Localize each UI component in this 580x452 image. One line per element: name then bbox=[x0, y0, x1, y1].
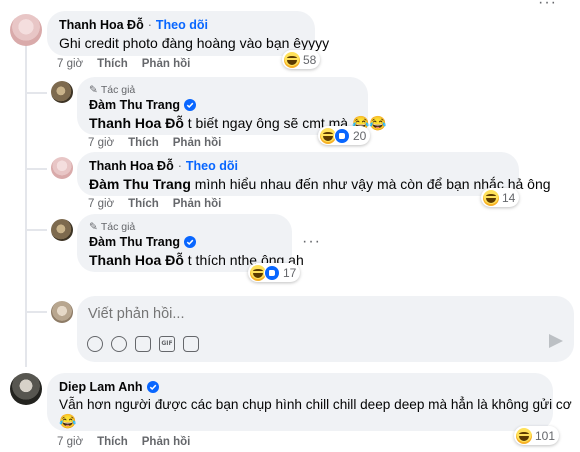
commenter-name[interactable]: Diep Lam Anh bbox=[59, 380, 143, 394]
verified-badge-icon bbox=[183, 99, 196, 111]
commenter-name[interactable]: Thanh Hoa Đỗ bbox=[59, 18, 144, 32]
commenter-name[interactable]: Thanh Hoa Đỗ bbox=[89, 159, 174, 173]
like-button[interactable]: Thích bbox=[128, 198, 159, 210]
like-button[interactable]: Thích bbox=[97, 436, 128, 448]
mention-tag[interactable]: Thanh Hoa Đỗ bbox=[89, 252, 184, 268]
like-button[interactable]: Thích bbox=[97, 58, 128, 70]
avatar[interactable] bbox=[51, 219, 73, 241]
pencil-icon: ✎ bbox=[89, 84, 98, 96]
avatar[interactable] bbox=[51, 81, 73, 103]
reply-button[interactable]: Phản hồi bbox=[142, 436, 191, 448]
sticker-icon[interactable] bbox=[183, 336, 199, 352]
verified-badge-icon bbox=[146, 381, 159, 393]
follow-link[interactable]: Theo dõi bbox=[186, 159, 238, 173]
comment-bubble: Thanh Hoa Đỗ · Theo dõi Ghi credit photo… bbox=[47, 11, 330, 56]
comment-text: Ghi credit photo đàng hoàng vào bạn êyyy… bbox=[59, 35, 330, 51]
verified-badge-icon bbox=[183, 236, 196, 248]
comment-bubble: Thanh Hoa Đỗ · Theo dõi Đàm Thu Trang mì… bbox=[77, 152, 551, 196]
reaction-count[interactable]: 58 bbox=[282, 50, 321, 69]
avatar[interactable] bbox=[10, 373, 42, 405]
comment-bubble: Diep Lam Anh Vẫn hơn người được các bạn … bbox=[47, 373, 572, 431]
avatar[interactable] bbox=[10, 14, 42, 46]
comment-actions: 7 giờ Thích Phản hồi bbox=[88, 198, 221, 210]
like-icon bbox=[334, 127, 350, 144]
more-options-icon[interactable]: ··· bbox=[538, 0, 557, 12]
gif-icon[interactable]: GIF bbox=[159, 336, 175, 352]
reply-button[interactable]: Phản hồi bbox=[142, 58, 191, 70]
reaction-count[interactable]: 20 bbox=[318, 126, 371, 145]
haha-icon bbox=[284, 51, 300, 68]
haha-icon bbox=[483, 189, 499, 206]
avatar-sticker-icon[interactable] bbox=[87, 336, 103, 352]
mention-tag[interactable]: Thanh Hoa Đỗ bbox=[89, 115, 184, 131]
mention-tag[interactable]: Đàm Thu Trang bbox=[89, 176, 191, 192]
send-icon[interactable] bbox=[549, 334, 563, 348]
timestamp[interactable]: 7 giờ bbox=[57, 58, 83, 70]
reaction-count[interactable]: 17 bbox=[248, 263, 301, 282]
haha-icon bbox=[516, 427, 532, 444]
composer-tools: GIF bbox=[87, 336, 199, 352]
pencil-icon: ✎ bbox=[89, 221, 98, 233]
reaction-count[interactable]: 101 bbox=[514, 426, 560, 445]
avatar[interactable] bbox=[51, 157, 73, 179]
timestamp[interactable]: 7 giờ bbox=[88, 198, 114, 210]
timestamp[interactable]: 7 giờ bbox=[88, 137, 114, 149]
camera-icon[interactable] bbox=[135, 336, 151, 352]
author-badge: ✎ Tác giả bbox=[89, 84, 136, 96]
reply-button[interactable]: Phản hồi bbox=[173, 198, 222, 210]
more-options-icon[interactable]: ··· bbox=[302, 233, 321, 251]
comment-actions: 7 giờ Thích Phản hồi bbox=[57, 58, 190, 70]
comment-emoji: 😂 bbox=[59, 413, 77, 429]
comment-actions: 7 giờ Thích Phản hồi bbox=[57, 436, 190, 448]
comment-actions: 7 giờ Thích Phản hồi bbox=[88, 137, 221, 149]
reply-button[interactable]: Phản hồi bbox=[173, 137, 222, 149]
commenter-name[interactable]: Đàm Thu Trang bbox=[89, 235, 180, 249]
current-user-avatar[interactable] bbox=[51, 301, 73, 323]
timestamp[interactable]: 7 giờ bbox=[57, 436, 83, 448]
commenter-name[interactable]: Đàm Thu Trang bbox=[89, 98, 180, 112]
reaction-count[interactable]: 14 bbox=[481, 188, 520, 207]
author-badge: ✎ Tác giả bbox=[89, 221, 136, 233]
like-icon bbox=[264, 264, 280, 281]
comment-text: Vẫn hơn người được các bạn chụp hình chi… bbox=[59, 397, 572, 412]
follow-link[interactable]: Theo dõi bbox=[156, 18, 208, 32]
reply-input[interactable] bbox=[88, 306, 548, 322]
reply-composer[interactable]: GIF bbox=[77, 296, 574, 362]
emoji-icon[interactable] bbox=[111, 336, 127, 352]
like-button[interactable]: Thích bbox=[128, 137, 159, 149]
